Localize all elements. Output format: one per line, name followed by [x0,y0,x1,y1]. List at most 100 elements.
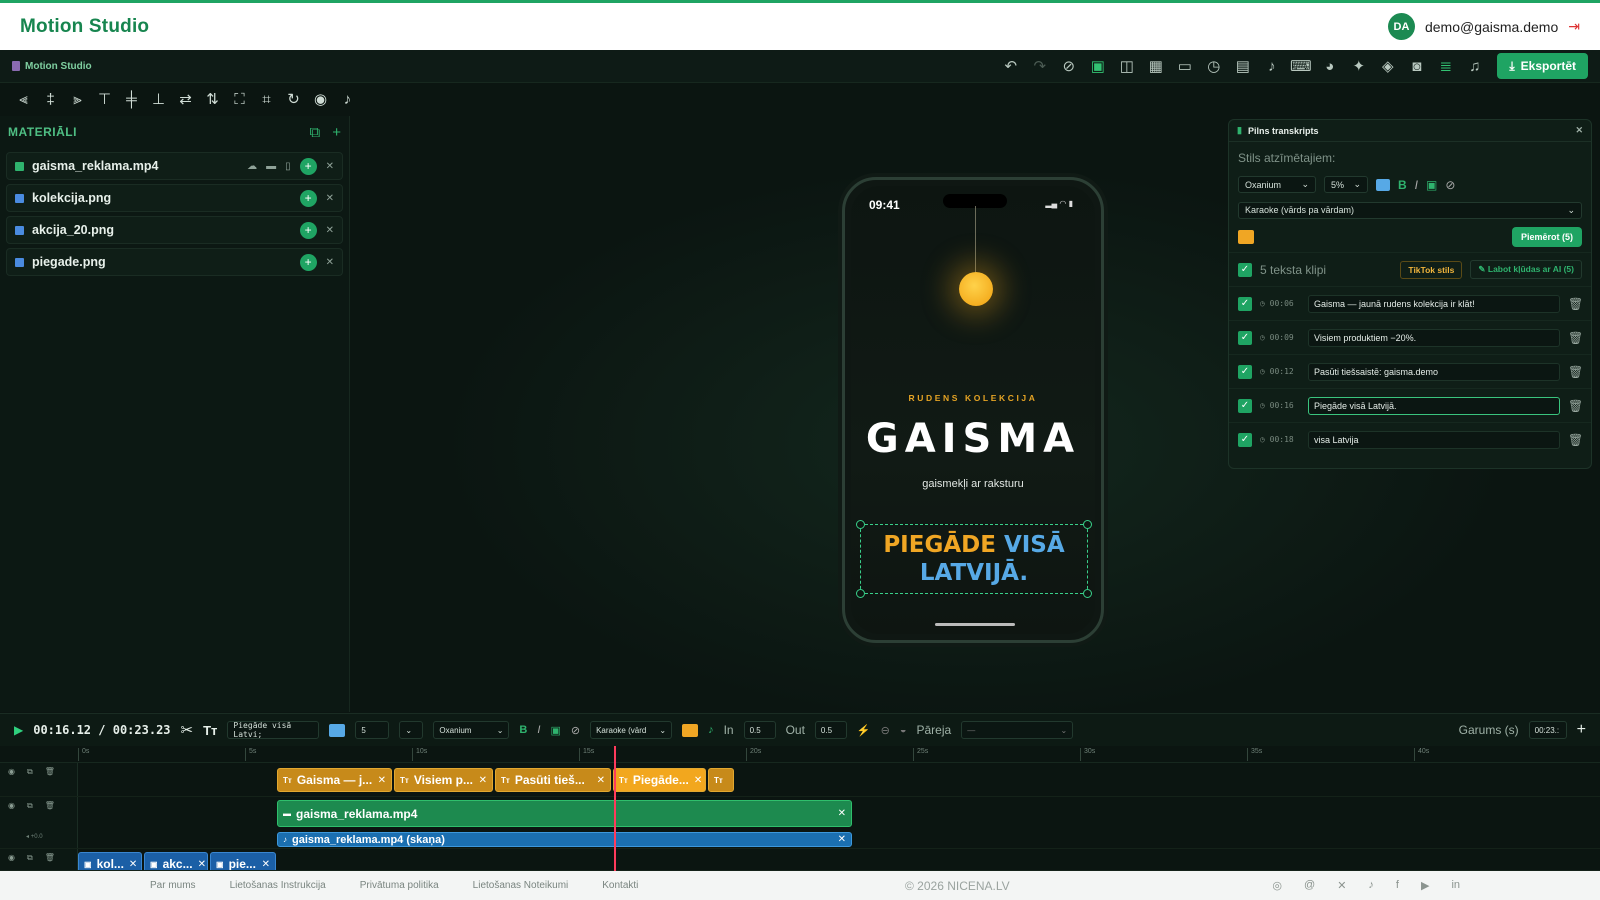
add-to-timeline-icon[interactable]: + [299,189,317,207]
clip-checkbox[interactable]: ✓ [1238,364,1252,379]
add-text-icon[interactable]: Tт [203,723,217,738]
linkedin-icon[interactable]: in [1451,879,1460,892]
history-icon[interactable]: ◷ [1199,53,1228,79]
select-all-checkbox[interactable]: ✓ [1238,262,1252,277]
trash-icon[interactable]: 🗑 [45,853,55,862]
eye-icon[interactable]: ◉ [307,86,334,112]
no-shadow-icon[interactable]: ⊘ [1445,178,1455,192]
safe-area-icon[interactable]: ▣ [1083,53,1112,79]
in-input[interactable]: 0.5 [743,721,776,739]
add-track-icon[interactable]: + [1577,721,1586,739]
background-icon[interactable]: ▣ [1426,178,1437,192]
apply-button[interactable]: Piemērot (5) [1511,227,1582,247]
caption-text[interactable]: PIEGĀDE VISĀ LATVIJĀ. [861,531,1087,587]
image-clip[interactable]: ▣ pie... ✕ [210,852,276,870]
export-button[interactable]: ⤓ Eksportēt [1497,53,1588,79]
font-select[interactable]: Oxanium ⌄ [433,721,510,739]
text-clip-selected[interactable]: Tт Piegāde... ✕ [613,768,706,792]
no-layers-icon[interactable]: ⊘ [1054,53,1083,79]
duration-input[interactable]: 00:23.: [1528,721,1567,739]
text-clip[interactable]: Tт ✕ [708,768,734,792]
keyboard-icon[interactable]: ⌨ [1286,53,1315,79]
preview-kicker[interactable]: RUDENS KOLEKCIJA [851,393,1095,403]
flip-horizontal-icon[interactable]: ⇄ [172,86,199,112]
doc-icon[interactable]: ▯ [285,161,291,172]
footer-link[interactable]: Par mums [150,880,196,891]
audio-icon[interactable]: ♪ [1257,53,1286,79]
instagram-icon[interactable]: ◎ [1272,879,1282,892]
eye-icon[interactable]: ◉ [8,801,15,810]
remove-icon[interactable]: ✕ [326,161,334,172]
lightning-icon[interactable]: ⚡ [857,724,871,737]
size-input[interactable]: 5 [355,721,390,739]
threads-icon[interactable]: @ [1304,879,1315,892]
transcript-icon[interactable]: ≣ [1431,53,1460,79]
add-asset-icon[interactable]: + [332,124,341,141]
italic-icon[interactable]: I [1415,178,1418,192]
text-clip[interactable]: Tт Gaisma — j... ✕ [277,768,392,792]
resize-handle[interactable] [856,589,865,598]
trash-icon[interactable]: 🗑 [1568,433,1583,447]
copy-icon[interactable]: ⧉ [27,801,33,811]
eye-icon[interactable]: ◉ [8,767,15,776]
align-bottom-icon[interactable]: ⊥ [145,86,172,112]
asset-item[interactable]: piegade.png + ✕ [6,248,343,276]
remove-clip-icon[interactable]: ✕ [378,775,386,786]
copy-icon[interactable]: ⧉ [27,853,33,863]
cloud-icon[interactable]: ☁ [247,161,257,172]
timeline-ruler[interactable]: 0s 5s 10s 15s 20s 25s 30s 35s 40s [0,746,1600,763]
align-middle-icon[interactable]: ╪ [118,86,145,112]
x-icon[interactable]: ✕ [1337,879,1346,892]
highlight-color-swatch[interactable] [1238,230,1254,244]
footer-link[interactable]: Privātuma politika [360,880,439,891]
footer-link[interactable]: Lietošanas Noteikumi [473,880,569,891]
out-input[interactable]: 0.5 [814,721,847,739]
trash-icon[interactable]: 🗑 [45,767,55,776]
text-input[interactable]: Piegāde visā Latvi; [227,721,320,739]
crop-icon[interactable]: ⌗ [253,86,280,112]
brand-logo[interactable]: Motion Studio [20,16,149,38]
tiktok-style-button[interactable]: TikTok stils [1400,260,1463,279]
text-clip[interactable]: Tт Visiem p... ✕ [394,768,493,792]
clip-checkbox[interactable]: ✓ [1238,398,1252,413]
volume-icon[interactable]: ♪ [334,86,361,112]
folder-icon[interactable]: ▭ [1170,53,1199,79]
resize-handle[interactable] [1083,589,1092,598]
film-icon[interactable]: ▬ [266,161,276,172]
copy-icon[interactable]: ⧉ [310,124,321,141]
robot-icon[interactable]: ◙ [1402,53,1431,79]
remove-clip-icon[interactable]: ✕ [198,859,206,870]
video-clip[interactable]: ▬ gaisma_reklama.mp4 ✕ [277,800,852,827]
trash-icon[interactable]: 🗑 [1568,365,1583,379]
resize-handle[interactable] [1083,520,1092,529]
bold-icon[interactable]: B [519,724,527,736]
remove-icon[interactable]: ✕ [326,193,334,204]
trash-icon[interactable]: 🗑 [1568,399,1583,413]
avatar[interactable]: DA [1387,13,1415,40]
font-select[interactable]: Oxanium ⌄ [1238,176,1316,193]
animation-mode-select[interactable]: Karaoke (vārds pa vārdam) ⌄ [1238,201,1582,219]
scissors-icon[interactable]: ✂ [181,721,194,739]
size-dropdown[interactable]: ⌄ [399,721,424,739]
undo-icon[interactable]: ↶ [996,53,1025,79]
eye-icon[interactable]: ◉ [8,853,15,862]
remove-clip-icon[interactable]: ✕ [838,834,846,845]
resize-handle[interactable] [856,520,865,529]
asset-item[interactable]: gaisma_reklama.mp4 ☁ ▬ ▯ + ✕ [6,152,343,180]
preview-title[interactable]: GAISMA [851,416,1095,462]
image-clip[interactable]: ▣ kol... ✕ [78,852,142,870]
italic-icon[interactable]: I [537,724,540,736]
image-clip[interactable]: ▣ akc... ✕ [144,852,208,870]
clip-checkbox[interactable]: ✓ [1238,296,1252,311]
templates-icon[interactable]: ▦ [1141,53,1170,79]
text-color-swatch[interactable] [1376,178,1390,191]
trash-icon[interactable]: 🗑 [1568,331,1583,345]
close-icon[interactable]: ✕ [1575,125,1583,136]
asset-item[interactable]: kolekcija.png + ✕ [6,184,343,212]
remove-clip-icon[interactable]: ✕ [479,775,487,786]
document-icon[interactable]: ▤ [1228,53,1257,79]
playhead[interactable] [614,746,616,871]
minus-icon[interactable]: ⊖ [881,724,890,737]
add-to-timeline-icon[interactable]: + [299,253,317,271]
youtube-icon[interactable]: ▶ [1421,879,1429,892]
